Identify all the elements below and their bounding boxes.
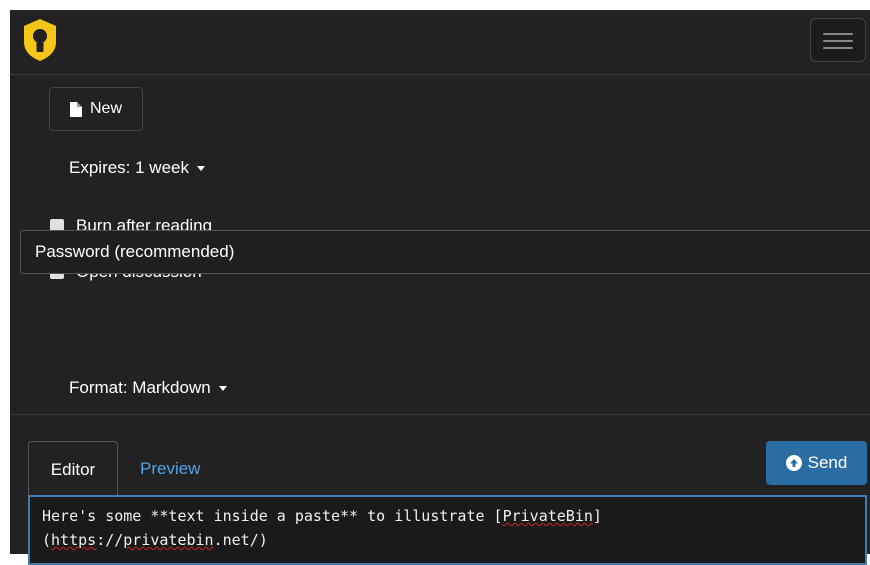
new-paste-button[interactable]: New [49,87,143,131]
expires-label: Expires: 1 week [69,158,189,177]
caret-down-icon [197,166,205,172]
new-button-label: New [89,100,122,117]
paste-editor-textarea[interactable]: Here's some **text inside a paste** to i… [28,495,867,565]
editor-text: :// [96,531,124,549]
editor-text-spellcheck: https [51,531,97,549]
tab-editor[interactable]: Editor [28,441,118,497]
format-label: Format: Markdown [69,378,211,397]
expires-dropdown[interactable]: Expires: 1 week [69,158,205,178]
navbar [10,10,870,75]
editor-text: ( [42,531,52,549]
editor-text-spellcheck: PrivateBin [502,507,593,525]
editor-text: ] [592,507,602,525]
file-icon [69,101,82,117]
tab-editor-label: Editor [50,459,96,479]
editor-text: .net/) [213,531,268,549]
tab-preview-label: Preview [140,459,201,478]
caret-down-icon [218,386,227,392]
send-button[interactable]: Send [766,441,867,485]
hamburger-menu-icon[interactable] [810,18,866,62]
circle-arrow-up-icon [785,455,802,471]
password-input[interactable] [20,230,870,274]
send-button-label: Send [807,453,848,472]
editor-text-spellcheck: privatebin [123,531,214,549]
editor-text: Here's some **text inside a paste** to i… [42,507,503,525]
tab-preview[interactable]: Preview [140,459,200,479]
keyhole-shield-icon[interactable] [22,18,58,62]
format-dropdown[interactable]: Format: Markdown [69,378,227,398]
editor-area: Editor Preview Send Here's some **text i… [10,415,870,565]
